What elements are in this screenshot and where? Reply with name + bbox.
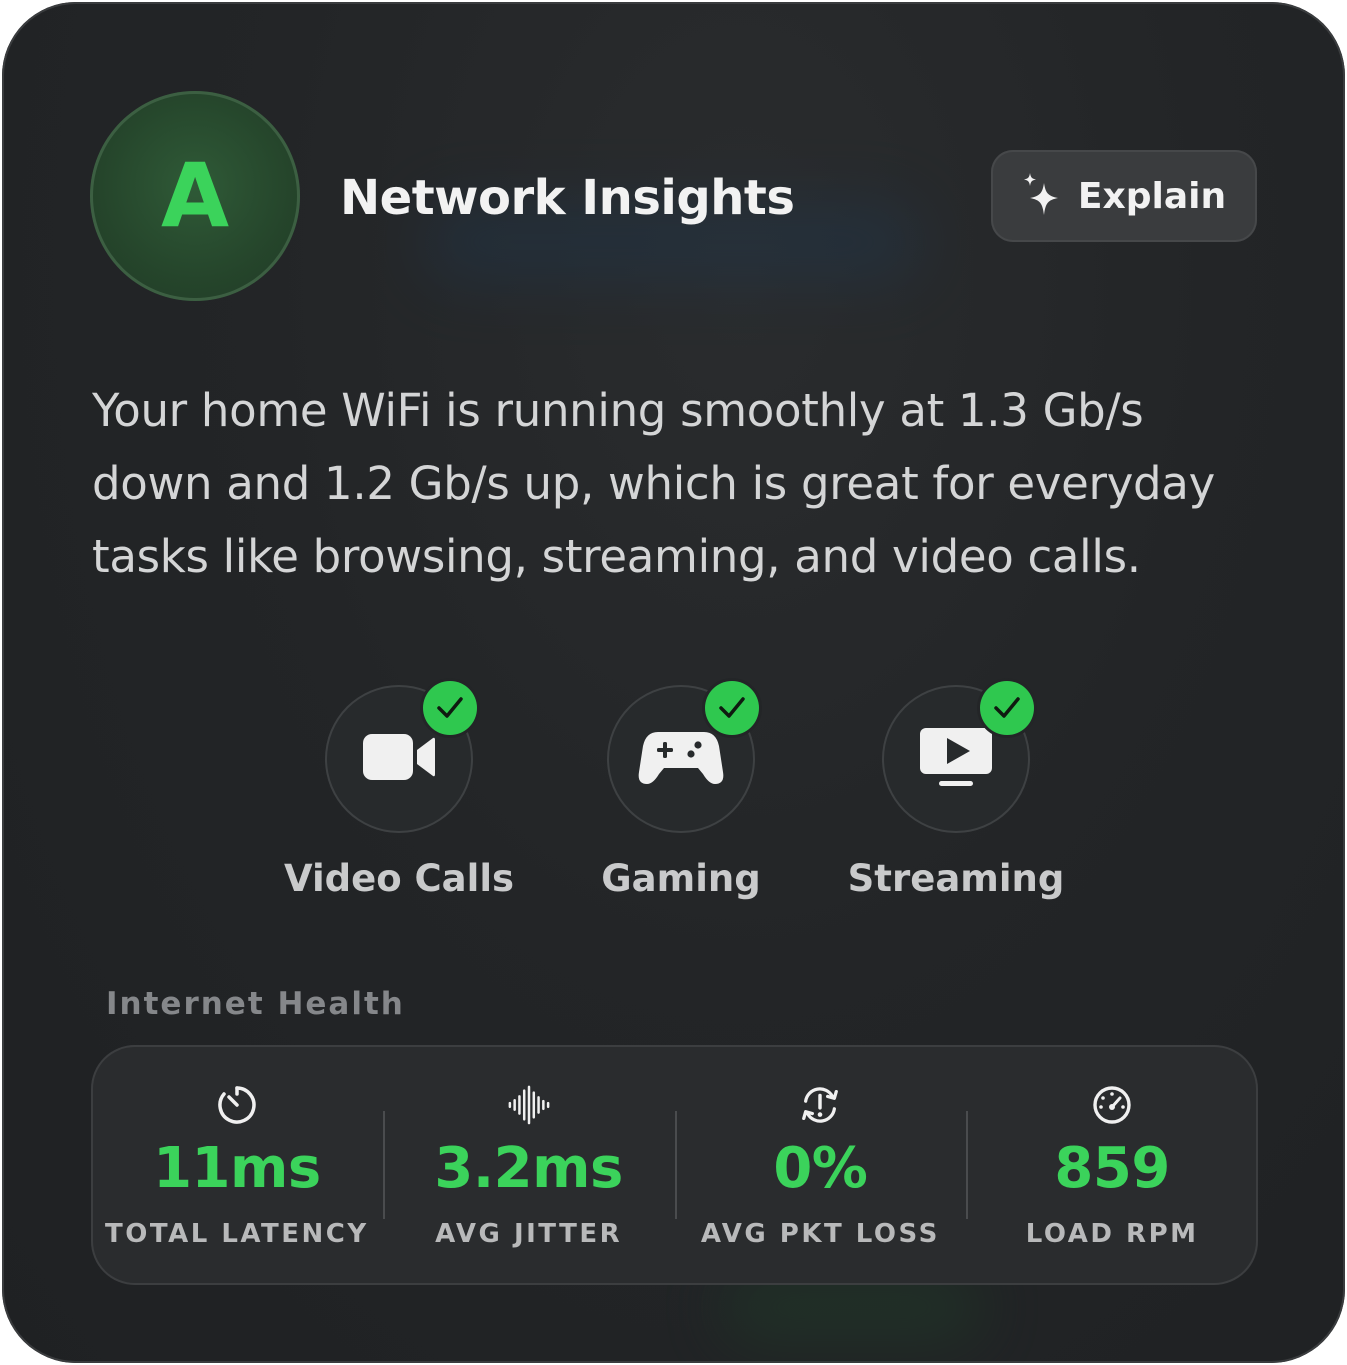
activity-label: Gaming — [601, 857, 761, 900]
metric-label: TOTAL LATENCY — [105, 1219, 369, 1249]
metric-value: 0% — [773, 1136, 868, 1201]
sparkles-icon — [1022, 171, 1060, 222]
activity-label: Streaming — [847, 857, 1065, 900]
tv-play-icon — [918, 726, 994, 793]
waveform-icon — [507, 1083, 551, 1127]
activity-label: Video Calls — [283, 857, 515, 900]
network-summary: Your home WiFi is running smoothly at 1.… — [92, 384, 1215, 583]
check-icon — [423, 681, 477, 735]
activity-gaming: Gaming — [531, 681, 831, 900]
check-icon — [980, 681, 1034, 735]
grade-badge: A — [90, 91, 300, 301]
activity-icon-ring — [325, 681, 477, 833]
metric-value: 3.2ms — [434, 1136, 623, 1201]
grade-letter: A — [160, 144, 230, 247]
metric-total-latency: 11ms TOTAL LATENCY — [91, 1045, 383, 1285]
activity-video-calls: Video Calls — [249, 681, 549, 900]
page-title: Network Insights — [340, 170, 795, 226]
metric-label: AVG JITTER — [435, 1219, 623, 1249]
activity-icon-ring — [882, 681, 1034, 833]
timer-icon — [215, 1083, 259, 1127]
packet-loss-icon — [798, 1083, 842, 1127]
section-title: Internet Health — [106, 986, 405, 1022]
activity-streaming: Streaming — [806, 681, 1106, 900]
metric-value: 859 — [1054, 1136, 1170, 1201]
activity-icon-ring — [607, 681, 759, 833]
game-controller-icon — [638, 728, 724, 791]
metric-avg-jitter: 3.2ms AVG JITTER — [382, 1045, 675, 1285]
metric-label: LOAD RPM — [1025, 1219, 1199, 1249]
check-icon — [705, 681, 759, 735]
explain-button[interactable]: Explain — [991, 150, 1257, 242]
network-insights-panel: A Network Insights Explain Your home WiF… — [2, 2, 1345, 1363]
metric-avg-pkt-loss: 0% AVG PKT LOSS — [674, 1045, 967, 1285]
gauge-icon — [1090, 1083, 1134, 1127]
metric-label: AVG PKT LOSS — [700, 1219, 940, 1249]
video-camera-icon — [361, 732, 437, 787]
internet-health-card: 11ms TOTAL LATENCY 3.2ms AVG JITTER 0% A… — [91, 1045, 1258, 1285]
metric-value: 11ms — [153, 1136, 321, 1201]
explain-button-label: Explain — [1077, 175, 1227, 217]
metric-load-rpm: 859 LOAD RPM — [966, 1045, 1258, 1285]
